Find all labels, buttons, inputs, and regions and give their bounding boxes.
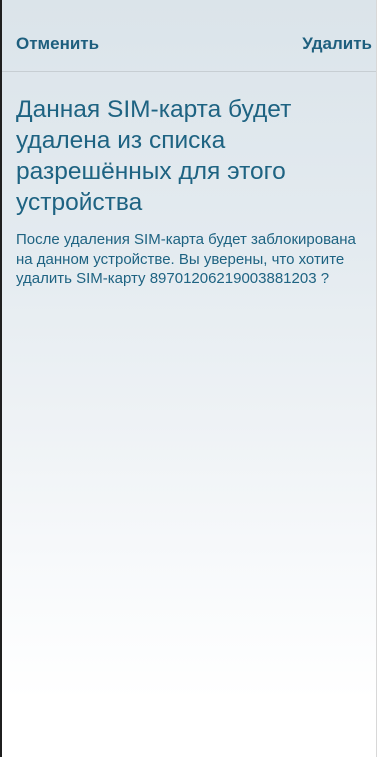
top-action-bar: Отменить Удалить [2,0,376,72]
confirmation-description: После удаления SIM-карта будет заблокиро… [16,231,356,287]
cancel-button[interactable]: Отменить [16,34,99,54]
delete-sim-screen: Отменить Удалить Данная SIM-карта будет … [0,0,377,757]
delete-button[interactable]: Удалить [302,34,372,54]
confirmation-title: Данная SIM-карта будет удалена из списка… [16,96,292,216]
confirmation-content: Данная SIM-карта будет удалена из списка… [16,94,372,289]
